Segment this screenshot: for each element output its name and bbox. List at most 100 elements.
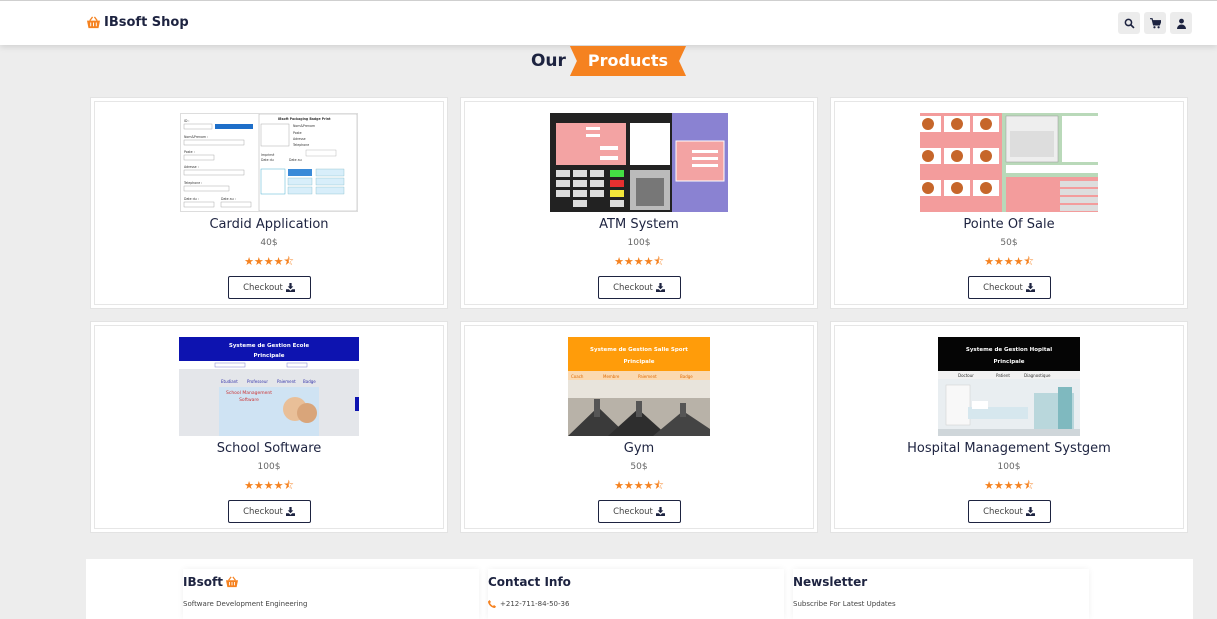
user-icon <box>1176 18 1186 29</box>
svg-text:Nom&Prenom :: Nom&Prenom : <box>184 135 208 139</box>
product-name[interactable]: Pointe Of Sale <box>963 217 1054 232</box>
contact-phone[interactable]: +212-711-84-50-36 <box>488 600 784 608</box>
checkout-button[interactable]: Checkout <box>967 276 1051 299</box>
svg-text:Imprimé: Imprimé <box>261 153 274 157</box>
download-icon <box>1025 507 1035 516</box>
download-icon <box>1025 283 1035 292</box>
product-image[interactable]: Systeme de Gestion Hopital Principale Do… <box>938 337 1080 436</box>
product-name[interactable]: Cardid Application <box>209 217 328 232</box>
rating-stars: ★★★★⯪ <box>614 255 664 268</box>
svg-text:Software: Software <box>239 397 259 403</box>
cart-icon <box>1149 17 1161 28</box>
basket-icon <box>87 16 100 29</box>
svg-text:Membre: Membre <box>603 374 620 379</box>
rating-stars: ★★★★⯪ <box>984 479 1034 492</box>
rating-stars: ★★★★⯪ <box>614 479 664 492</box>
svg-text:Systeme de Gestion Ecole: Systeme de Gestion Ecole <box>229 343 309 349</box>
product-image[interactable]: Systeme de Gestion Salle Sport Principal… <box>568 337 710 436</box>
checkout-button[interactable]: Checkout <box>227 500 311 523</box>
rating-stars: ★★★★⯪ <box>984 255 1034 268</box>
brand-logo[interactable]: IBsoft Shop <box>86 15 189 30</box>
product-price: 40$ <box>260 238 278 248</box>
product-name[interactable]: Gym <box>624 441 654 456</box>
brand-name: IBsoft Shop <box>104 15 189 30</box>
download-icon <box>285 283 295 292</box>
svg-text:Patient: Patient <box>996 373 1010 378</box>
checkout-button[interactable]: Checkout <box>597 276 681 299</box>
product-image[interactable] <box>920 113 1098 212</box>
svg-text:Date au :: Date au : <box>221 197 236 201</box>
product-card: Pointe Of Sale 50$ ★★★★⯪ Checkout <box>830 97 1188 309</box>
product-price: 100$ <box>997 462 1021 472</box>
svg-text:Paiement: Paiement <box>277 379 296 384</box>
svg-text:Telephone :: Telephone : <box>183 181 202 185</box>
checkout-label: Checkout <box>983 282 1023 293</box>
newsletter-title: Newsletter <box>793 575 868 589</box>
product-price: 100$ <box>627 238 651 248</box>
svg-text:Telephone: Telephone <box>292 143 309 147</box>
heading-prefix: Our <box>530 51 566 71</box>
footer-brand: IBsoft <box>183 575 479 589</box>
footer-newsletter-column: Newsletter Subscribe For Latest Updates <box>793 569 1089 619</box>
search-icon <box>1124 18 1135 29</box>
svg-text:Paiement: Paiement <box>638 374 657 379</box>
download-icon <box>655 507 665 516</box>
svg-text:ID :: ID : <box>184 119 189 123</box>
svg-text:Systeme de Gestion Hopital: Systeme de Gestion Hopital <box>966 347 1052 353</box>
download-icon <box>655 283 665 292</box>
product-name[interactable]: School Software <box>217 441 322 456</box>
svg-text:Badge: Badge <box>680 374 693 379</box>
checkout-label: Checkout <box>613 506 653 517</box>
svg-text:Etudiant: Etudiant <box>221 379 238 384</box>
svg-text:Principale: Principale <box>994 359 1025 365</box>
svg-text:Badge: Badge <box>303 379 316 384</box>
svg-text:Nom&Prenom: Nom&Prenom <box>293 124 315 128</box>
footer-brand-column: IBsoft Software Development Engineering <box>183 569 479 619</box>
search-button[interactable] <box>1118 12 1140 34</box>
checkout-button[interactable]: Checkout <box>967 500 1051 523</box>
rating-stars: ★★★★⯪ <box>244 255 294 268</box>
svg-text:Date du :: Date du : <box>184 197 199 201</box>
svg-text:IBsoft Packaging Badge Print: IBsoft Packaging Badge Print <box>278 117 331 121</box>
svg-text:Adresse: Adresse <box>293 137 306 141</box>
product-card: Systeme de Gestion Hopital Principale Do… <box>830 321 1188 533</box>
top-navbar: IBsoft Shop <box>0 0 1217 45</box>
product-name[interactable]: Hospital Management Systgem <box>907 441 1111 456</box>
footer-brand-name: IBsoft <box>183 575 223 589</box>
footer: IBsoft Software Development Engineering … <box>86 559 1193 619</box>
heading-tag: Products <box>569 46 687 76</box>
svg-text:Poste: Poste <box>293 131 302 135</box>
checkout-button[interactable]: Checkout <box>227 276 311 299</box>
checkout-label: Checkout <box>983 506 1023 517</box>
product-image[interactable] <box>550 113 728 212</box>
product-price: 50$ <box>1000 238 1018 248</box>
checkout-label: Checkout <box>243 506 283 517</box>
svg-text:Date au: Date au <box>289 158 302 162</box>
product-price: 100$ <box>257 462 281 472</box>
product-image[interactable]: Systeme de Gestion Ecole Principale Etud… <box>179 337 359 436</box>
svg-text:Diagnostique: Diagnostique <box>1024 373 1051 378</box>
contact-phone-text: +212-711-84-50-36 <box>500 600 570 608</box>
svg-text:Coach: Coach <box>571 374 584 379</box>
footer-tagline: Software Development Engineering <box>183 600 308 608</box>
product-name[interactable]: ATM System <box>599 217 679 232</box>
checkout-label: Checkout <box>613 282 653 293</box>
product-card: ATM System 100$ ★★★★⯪ Checkout <box>460 97 818 309</box>
cart-button[interactable] <box>1144 12 1166 34</box>
account-button[interactable] <box>1170 12 1192 34</box>
footer-contact-column: Contact Info +212-711-84-50-36 <box>488 569 784 619</box>
checkout-button[interactable]: Checkout <box>597 500 681 523</box>
newsletter-text: Subscribe For Latest Updates <box>793 600 896 608</box>
product-card: ID : Nom&Prenom : Poste : Adresse : Tele… <box>90 97 448 309</box>
svg-text:Date du: Date du <box>261 158 274 162</box>
download-icon <box>285 507 295 516</box>
phone-icon <box>488 600 496 608</box>
svg-text:Adresse :: Adresse : <box>184 165 199 169</box>
product-image[interactable]: ID : Nom&Prenom : Poste : Adresse : Tele… <box>180 113 358 212</box>
product-card: Systeme de Gestion Salle Sport Principal… <box>460 321 818 533</box>
products-heading: Our Products <box>0 46 1217 76</box>
product-card: Systeme de Gestion Ecole Principale Etud… <box>90 321 448 533</box>
checkout-label: Checkout <box>243 282 283 293</box>
basket-icon <box>225 576 238 588</box>
svg-text:Doctour: Doctour <box>958 373 974 378</box>
